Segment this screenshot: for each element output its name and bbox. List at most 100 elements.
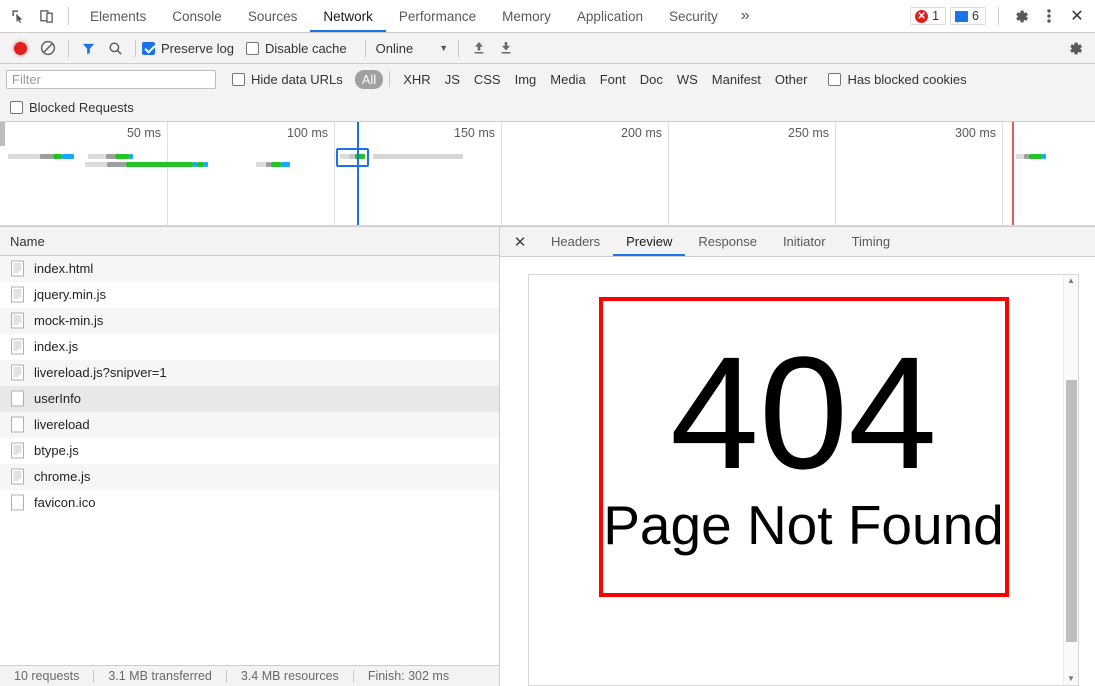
network-toolbar: Preserve log Disable cache Online ▼ bbox=[0, 33, 1095, 64]
export-har-icon[interactable] bbox=[492, 35, 519, 61]
tabbar-right-divider bbox=[998, 7, 999, 25]
column-header-name: Name bbox=[10, 233, 45, 249]
filter-type-manifest[interactable]: Manifest bbox=[705, 70, 768, 89]
blocked-requests-bar: Blocked Requests bbox=[0, 94, 1095, 122]
warning-count-badge[interactable]: 6 bbox=[950, 7, 986, 25]
close-detail-icon[interactable]: ✕ bbox=[508, 230, 532, 254]
tab-performance[interactable]: Performance bbox=[386, 0, 489, 32]
status-divider bbox=[352, 670, 354, 682]
tab-timing[interactable]: Timing bbox=[839, 227, 904, 256]
tab-initiator[interactable]: Initiator bbox=[770, 227, 839, 256]
request-row-btype-js[interactable]: btype.js bbox=[0, 438, 499, 464]
overview-left-handle[interactable] bbox=[0, 122, 5, 146]
inspect-cursor-icon[interactable] bbox=[4, 3, 32, 29]
tab-console[interactable]: Console bbox=[159, 0, 235, 32]
request-row-userinfo[interactable]: userInfo bbox=[0, 386, 499, 412]
request-row-mock-min-js[interactable]: mock-min.js bbox=[0, 308, 499, 334]
hide-data-urls-checkbox[interactable]: Hide data URLs bbox=[232, 72, 343, 87]
request-row-index-html[interactable]: index.html bbox=[0, 256, 499, 282]
clear-button[interactable] bbox=[34, 35, 62, 61]
device-toolbar-icon[interactable] bbox=[32, 3, 60, 29]
dom-content-loaded-marker bbox=[357, 122, 359, 226]
scrollbar-thumb[interactable] bbox=[1066, 380, 1077, 642]
network-settings-gear-icon[interactable] bbox=[1061, 34, 1089, 62]
network-overview-timeline[interactable]: 50 ms 100 ms 150 ms 200 ms 250 ms 300 ms bbox=[0, 122, 1095, 227]
request-row-jquery-min-js[interactable]: jquery.min.js bbox=[0, 282, 499, 308]
filter-type-ws[interactable]: WS bbox=[670, 70, 705, 89]
request-list[interactable]: index.html jquery.min.js mock-min.js ind… bbox=[0, 256, 499, 665]
close-devtools-icon[interactable]: ✕ bbox=[1063, 2, 1091, 30]
scroll-down-icon[interactable]: ▼ bbox=[1067, 673, 1075, 685]
tab-security[interactable]: Security bbox=[656, 0, 731, 32]
has-blocked-cookies-label: Has blocked cookies bbox=[847, 71, 967, 87]
tabbar-right-controls: ✕ 1 6 ✕ bbox=[910, 2, 1095, 30]
settings-gear-icon[interactable] bbox=[1007, 2, 1035, 30]
tab-response[interactable]: Response bbox=[685, 227, 770, 256]
error-page-box: 404 Page Not Found bbox=[598, 297, 1009, 597]
preview-iframe: 404 Page Not Found bbox=[528, 274, 1079, 686]
more-options-icon[interactable] bbox=[1035, 2, 1063, 30]
filter-toggle-icon[interactable] bbox=[75, 35, 102, 61]
filter-type-doc[interactable]: Doc bbox=[633, 70, 670, 89]
filter-type-xhr[interactable]: XHR bbox=[396, 70, 437, 89]
has-blocked-cookies-checkbox[interactable]: Has blocked cookies bbox=[828, 71, 967, 87]
request-list-header[interactable]: Name bbox=[0, 227, 499, 256]
overview-gridline bbox=[835, 122, 836, 226]
hide-data-urls-box bbox=[232, 72, 245, 86]
preserve-log-label: Preserve log bbox=[161, 40, 234, 56]
tab-headers[interactable]: Headers bbox=[538, 227, 613, 256]
filter-type-css[interactable]: CSS bbox=[467, 70, 508, 89]
message-icon bbox=[955, 10, 969, 23]
blocked-requests-checkbox[interactable]: Blocked Requests bbox=[10, 100, 134, 115]
toolbar-divider-3 bbox=[364, 39, 366, 57]
tab-elements[interactable]: Elements bbox=[77, 0, 159, 32]
request-row-favicon-ico[interactable]: favicon.ico bbox=[0, 490, 499, 516]
status-resources: 3.4 MB resources bbox=[240, 669, 339, 683]
request-row-index-js[interactable]: index.js bbox=[0, 334, 499, 360]
request-name: livereload bbox=[34, 417, 90, 432]
filter-type-media[interactable]: Media bbox=[543, 70, 592, 89]
tab-network[interactable]: Network bbox=[310, 0, 386, 32]
record-button[interactable] bbox=[6, 35, 34, 61]
search-icon[interactable] bbox=[102, 35, 129, 61]
overview-tick-50ms: 50 ms bbox=[126, 126, 161, 140]
document-icon bbox=[10, 286, 26, 303]
status-transferred: 3.1 MB transferred bbox=[108, 669, 212, 683]
hide-data-urls-label: Hide data URLs bbox=[251, 71, 343, 87]
tab-preview[interactable]: Preview bbox=[613, 227, 686, 256]
import-har-icon[interactable] bbox=[465, 35, 492, 61]
overview-gridline bbox=[501, 122, 502, 226]
preserve-log-checkbox[interactable]: Preserve log bbox=[142, 41, 234, 56]
blank-file-icon bbox=[10, 390, 26, 407]
filter-type-img[interactable]: Img bbox=[508, 70, 544, 89]
tab-memory[interactable]: Memory bbox=[489, 0, 564, 32]
has-blocked-cookies-box bbox=[828, 72, 842, 86]
request-row-livereload[interactable]: livereload bbox=[0, 412, 499, 438]
request-row-chrome-js[interactable]: chrome.js bbox=[0, 464, 499, 490]
preview-scrollbar[interactable]: ▲ ▼ bbox=[1063, 275, 1078, 685]
filter-type-other[interactable]: Other bbox=[768, 70, 815, 89]
error-count-label: 1 bbox=[932, 9, 940, 23]
error-count-badge[interactable]: ✕ 1 bbox=[910, 7, 947, 25]
filter-type-font[interactable]: Font bbox=[593, 70, 633, 89]
filter-type-js[interactable]: JS bbox=[438, 70, 467, 89]
overview-request-bar bbox=[88, 154, 133, 159]
scroll-up-icon[interactable]: ▲ bbox=[1067, 275, 1075, 287]
request-row-livereload-js[interactable]: livereload.js?snipver=1 bbox=[0, 360, 499, 386]
throttling-select[interactable]: Online ▼ bbox=[372, 41, 453, 56]
filter-type-all[interactable]: All bbox=[354, 69, 384, 89]
document-icon bbox=[10, 312, 26, 329]
filter-bar: Hide data URLs All XHR JS CSS Img Media … bbox=[0, 64, 1095, 94]
toolbar-divider-1 bbox=[68, 39, 69, 57]
disable-cache-checkbox[interactable]: Disable cache bbox=[245, 41, 347, 56]
overview-request-bar bbox=[85, 162, 208, 167]
request-name: userInfo bbox=[34, 391, 81, 406]
overview-selected-request-highlight[interactable] bbox=[336, 148, 369, 167]
more-tabs-icon[interactable]: » bbox=[731, 0, 760, 32]
tab-application[interactable]: Application bbox=[564, 0, 656, 32]
filter-input[interactable] bbox=[6, 69, 216, 89]
tab-sources[interactable]: Sources bbox=[235, 0, 311, 32]
overview-gridline bbox=[334, 122, 335, 226]
detail-tab-bar: ✕ Headers Preview Response Initiator Tim… bbox=[500, 227, 1095, 257]
record-icon bbox=[13, 41, 27, 55]
